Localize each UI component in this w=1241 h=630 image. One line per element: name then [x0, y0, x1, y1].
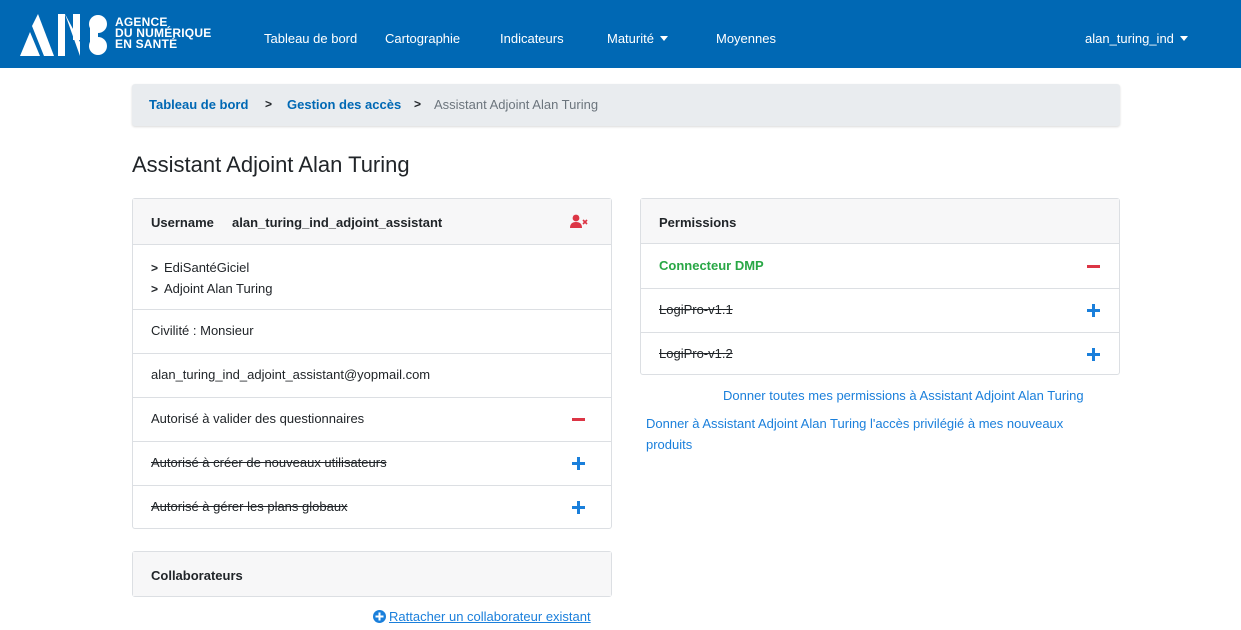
give-privileged-access-link-cont[interactable]: produits — [646, 437, 692, 452]
hierarchy-item: > Adjoint Alan Turing — [151, 281, 272, 296]
user-menu-dropdown[interactable]: alan_turing_ind — [1085, 31, 1188, 46]
nav-cartographie[interactable]: Cartographie — [385, 31, 460, 46]
remove-permission-button[interactable] — [1087, 265, 1100, 268]
username-label: Username — [151, 215, 214, 230]
add-right-button[interactable] — [572, 457, 585, 470]
nav-maturite-dropdown[interactable]: Maturité — [607, 31, 668, 46]
breadcrumb-current: Assistant Adjoint Alan Turing — [434, 97, 599, 112]
breadcrumb-separator: > — [265, 97, 273, 111]
chevron-down-icon — [1179, 36, 1188, 41]
user-card-header: Username alan_turing_ind_adjoint_assista… — [133, 199, 611, 245]
attach-collaborator-link[interactable]: Rattacher un collaborateur existant — [373, 609, 591, 624]
chevron-right-icon: > — [151, 282, 159, 296]
add-right-button[interactable] — [572, 501, 585, 514]
ans-logo[interactable]: AGENCE DU NUMÉRIQUE EN SANTÉ — [18, 12, 228, 58]
breadcrumb: Tableau de bord > Gestion des accès > As… — [132, 84, 1120, 126]
plus-circle-icon — [373, 610, 386, 623]
right-row: Autorisé à valider des questionnaires — [133, 397, 611, 441]
nav-indicateurs[interactable]: Indicateurs — [500, 31, 564, 46]
logo-text: AGENCE DU NUMÉRIQUE EN SANTÉ — [115, 16, 211, 51]
collaborators-title: Collaborateurs — [151, 568, 243, 583]
attach-collaborator-label: Rattacher un collaborateur existant — [389, 609, 591, 624]
add-permission-button[interactable] — [1087, 348, 1100, 361]
permission-label: LogiPro-v1.1 — [659, 302, 733, 317]
remove-right-button[interactable] — [572, 418, 585, 421]
give-privileged-access-link[interactable]: Donner à Assistant Adjoint Alan Turing l… — [646, 416, 1063, 431]
username-value: alan_turing_ind_adjoint_assistant — [232, 215, 443, 230]
page-title: Assistant Adjoint Alan Turing — [132, 152, 410, 177]
nav-moyennes[interactable]: Moyennes — [716, 31, 776, 46]
ans-logo-icon — [20, 14, 107, 56]
permission-label: LogiPro-v1.2 — [659, 346, 733, 361]
chevron-right-icon: > — [151, 261, 159, 275]
permission-row: LogiPro-v1.2 — [641, 332, 1119, 375]
add-permission-button[interactable] — [1087, 304, 1100, 317]
right-row: Autorisé à gérer les plans globaux — [133, 485, 611, 529]
hierarchy-item-label: EdiSantéGiciel — [164, 260, 250, 275]
email-row: alan_turing_ind_adjoint_assistant@yopmai… — [133, 353, 611, 397]
permissions-card: Permissions Connecteur DMP LogiPro-v1.1 … — [640, 198, 1120, 375]
hierarchy-row: > EdiSantéGiciel > Adjoint Alan Turing — [133, 245, 611, 309]
give-all-permissions-link[interactable]: Donner toutes mes permissions à Assistan… — [723, 388, 1084, 403]
user-times-icon[interactable] — [570, 214, 588, 228]
breadcrumb-separator: > — [414, 97, 422, 111]
collaborators-header: Collaborateurs — [133, 552, 611, 596]
permissions-title: Permissions — [659, 215, 737, 230]
right-row: Autorisé à créer de nouveaux utilisateur… — [133, 441, 611, 485]
permission-label: Connecteur DMP — [659, 258, 764, 273]
hierarchy-item: > EdiSantéGiciel — [151, 260, 249, 275]
nav-maturite-label: Maturité — [607, 31, 654, 46]
permission-row: LogiPro-v1.1 — [641, 288, 1119, 332]
user-menu-label: alan_turing_ind — [1085, 31, 1174, 46]
email-text: alan_turing_ind_adjoint_assistant@yopmai… — [151, 367, 431, 382]
right-label: Autorisé à créer de nouveaux utilisateur… — [151, 455, 387, 470]
civilite-row: Civilité : Monsieur — [133, 309, 611, 353]
right-label: Autorisé à gérer les plans globaux — [151, 499, 348, 514]
logo-line-3: EN SANTÉ — [115, 37, 178, 51]
collaborators-card: Collaborateurs — [132, 551, 612, 597]
top-navbar: AGENCE DU NUMÉRIQUE EN SANTÉ Tableau de … — [0, 0, 1241, 68]
user-info-card: Username alan_turing_ind_adjoint_assista… — [132, 198, 612, 529]
breadcrumb-gestion-des-acces[interactable]: Gestion des accès — [287, 97, 401, 112]
nav-tableau-de-bord[interactable]: Tableau de bord — [264, 31, 357, 46]
permission-row: Connecteur DMP — [641, 244, 1119, 288]
right-label: Autorisé à valider des questionnaires — [151, 411, 365, 426]
permissions-header: Permissions — [641, 199, 1119, 244]
breadcrumb-tableau-de-bord[interactable]: Tableau de bord — [149, 97, 248, 112]
chevron-down-icon — [659, 36, 668, 41]
civilite-text: Civilité : Monsieur — [151, 323, 254, 338]
hierarchy-item-label: Adjoint Alan Turing — [164, 281, 273, 296]
